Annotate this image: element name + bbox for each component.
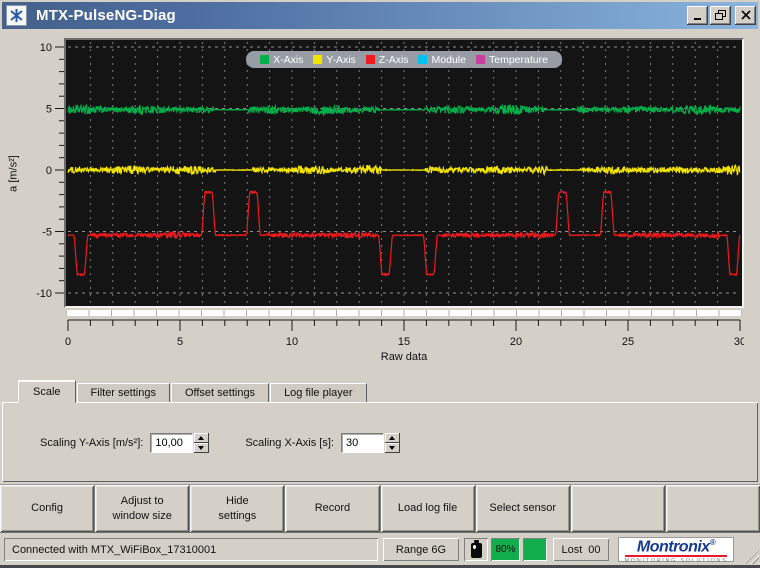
action-button-row: Config Adjust to window size Hide settings Re… bbox=[0, 484, 760, 533]
legend-item-module[interactable]: Module bbox=[418, 53, 466, 66]
close-icon bbox=[740, 10, 751, 20]
legend-label: X-Axis bbox=[273, 53, 304, 66]
resize-grip[interactable] bbox=[744, 549, 759, 564]
range-button[interactable]: Range 6G bbox=[383, 538, 459, 561]
settings-tabs: Scale Filter settings Offset settings Log f… bbox=[2, 380, 758, 403]
svg-text:10: 10 bbox=[40, 42, 52, 54]
battery-percent-panel: 80% bbox=[491, 538, 520, 561]
status-bar: Connected with MTX_WiFiBox_17310001 Rang… bbox=[0, 535, 760, 565]
y-scaling-spin-up[interactable] bbox=[194, 433, 210, 443]
config-button[interactable]: Config bbox=[0, 485, 95, 532]
connection-status: Connected with MTX_WiFiBox_17310001 bbox=[4, 538, 378, 561]
app-icon bbox=[6, 5, 27, 26]
button-label: Hide bbox=[226, 494, 249, 507]
chart-area: a [m/s²] 10 5 0 -5 -10 X-Axis Y-Axis Z-Axis Mod… bbox=[0, 29, 760, 381]
button-label: settings bbox=[218, 509, 257, 522]
legend-label: Z-Axis bbox=[378, 53, 409, 66]
legend-item-y-axis[interactable]: Y-Axis bbox=[313, 53, 356, 66]
record-button[interactable]: Record bbox=[285, 485, 380, 532]
minimize-icon bbox=[693, 18, 701, 20]
starburst-icon bbox=[10, 9, 23, 22]
adjust-to-window-size-button[interactable]: Adjust to window size bbox=[95, 485, 190, 532]
legend-item-temperature[interactable]: Temperature bbox=[475, 53, 548, 66]
empty-2-button[interactable] bbox=[665, 485, 760, 532]
x-scaling-spinbox bbox=[340, 433, 400, 453]
button-label: Adjust to bbox=[120, 494, 164, 507]
select-sensor-button[interactable]: Select sensor bbox=[475, 485, 570, 532]
svg-text:0: 0 bbox=[65, 336, 71, 348]
svg-text:10: 10 bbox=[286, 336, 298, 348]
tab-filter-settings[interactable]: Filter settings bbox=[76, 383, 170, 403]
legend-label: Y-Axis bbox=[326, 53, 356, 66]
button-label: window size bbox=[112, 509, 172, 522]
button-label: Load log file bbox=[397, 502, 458, 515]
window-title: MTX-PulseNG-Diag bbox=[36, 7, 176, 24]
y-scaling-label: Scaling Y-Axis [m/s²]: bbox=[40, 437, 144, 449]
tab-log-file-player[interactable]: Log file player bbox=[270, 383, 367, 403]
x-axis-swatch bbox=[260, 55, 270, 64]
svg-text:15: 15 bbox=[398, 336, 410, 348]
svg-text:30: 30 bbox=[734, 336, 744, 348]
signal-indicator bbox=[523, 538, 547, 561]
z-axis-swatch bbox=[365, 55, 375, 64]
x-scaling-label: Scaling X-Axis [s]: bbox=[245, 437, 334, 449]
legend-label: Module bbox=[431, 53, 466, 66]
module-swatch bbox=[418, 55, 428, 64]
svg-text:5: 5 bbox=[177, 336, 183, 348]
tab-offset-settings[interactable]: Offset settings bbox=[170, 383, 270, 403]
x-axis-title: Raw data bbox=[380, 351, 428, 363]
restore-icon bbox=[714, 10, 726, 20]
tab-scale[interactable]: Scale bbox=[18, 380, 76, 403]
legend-label: Temperature bbox=[488, 53, 548, 66]
battery-icon bbox=[470, 540, 482, 558]
y-axis-swatch bbox=[313, 55, 323, 64]
svg-text:-5: -5 bbox=[42, 227, 52, 239]
battery-panel bbox=[464, 538, 488, 561]
scale-tab-panel: Scaling Y-Axis [m/s²]: Scaling X-Axis [s… bbox=[2, 402, 758, 482]
hide-settings-button[interactable]: Hide settings bbox=[190, 485, 285, 532]
plot-frame: X-Axis Y-Axis Z-Axis Module Temperature bbox=[64, 38, 744, 308]
plot-scrollbar[interactable] bbox=[66, 310, 742, 316]
y-axis-ticks: 10 5 0 -5 -10 bbox=[36, 42, 64, 300]
svg-text:20: 20 bbox=[510, 336, 522, 348]
legend-item-z-axis[interactable]: Z-Axis bbox=[365, 53, 409, 66]
signal-plot bbox=[66, 40, 742, 306]
app-window: MTX-PulseNG-Diag a [m/s²] 10 5 0 -5 -10 bbox=[0, 0, 760, 568]
svg-text:-10: -10 bbox=[36, 288, 52, 300]
chart-legend: X-Axis Y-Axis Z-Axis Module Temperature bbox=[246, 51, 562, 68]
legend-item-x-axis[interactable]: X-Axis bbox=[260, 54, 303, 66]
title-bar: MTX-PulseNG-Diag bbox=[2, 2, 758, 29]
svg-text:25: 25 bbox=[622, 336, 634, 348]
button-label: Record bbox=[314, 502, 351, 515]
temperature-swatch bbox=[475, 55, 485, 64]
x-scaling-spin-up[interactable] bbox=[384, 433, 400, 443]
svg-text:0: 0 bbox=[46, 165, 52, 177]
svg-text:5: 5 bbox=[46, 104, 52, 116]
x-scaling-input[interactable] bbox=[340, 433, 384, 453]
button-label: Select sensor bbox=[489, 502, 557, 515]
close-button[interactable] bbox=[735, 6, 756, 25]
montronix-logo: Montronix® MONITORING SOLUTIONS bbox=[618, 537, 734, 564]
button-label: Config bbox=[31, 502, 63, 515]
load-log-file-button[interactable]: Load log file bbox=[380, 485, 475, 532]
restore-button[interactable] bbox=[710, 6, 731, 25]
lost-packets-panel: Lost 00 bbox=[553, 538, 609, 561]
y-scaling-input[interactable] bbox=[150, 433, 194, 453]
x-scaling-spin-down[interactable] bbox=[384, 443, 400, 453]
y-scaling-spin-down[interactable] bbox=[194, 443, 210, 453]
empty-1-button[interactable] bbox=[570, 485, 665, 532]
y-axis-title: a [m/s²] bbox=[7, 155, 20, 192]
minimize-button[interactable] bbox=[687, 6, 708, 25]
y-scaling-spinbox bbox=[150, 433, 210, 453]
